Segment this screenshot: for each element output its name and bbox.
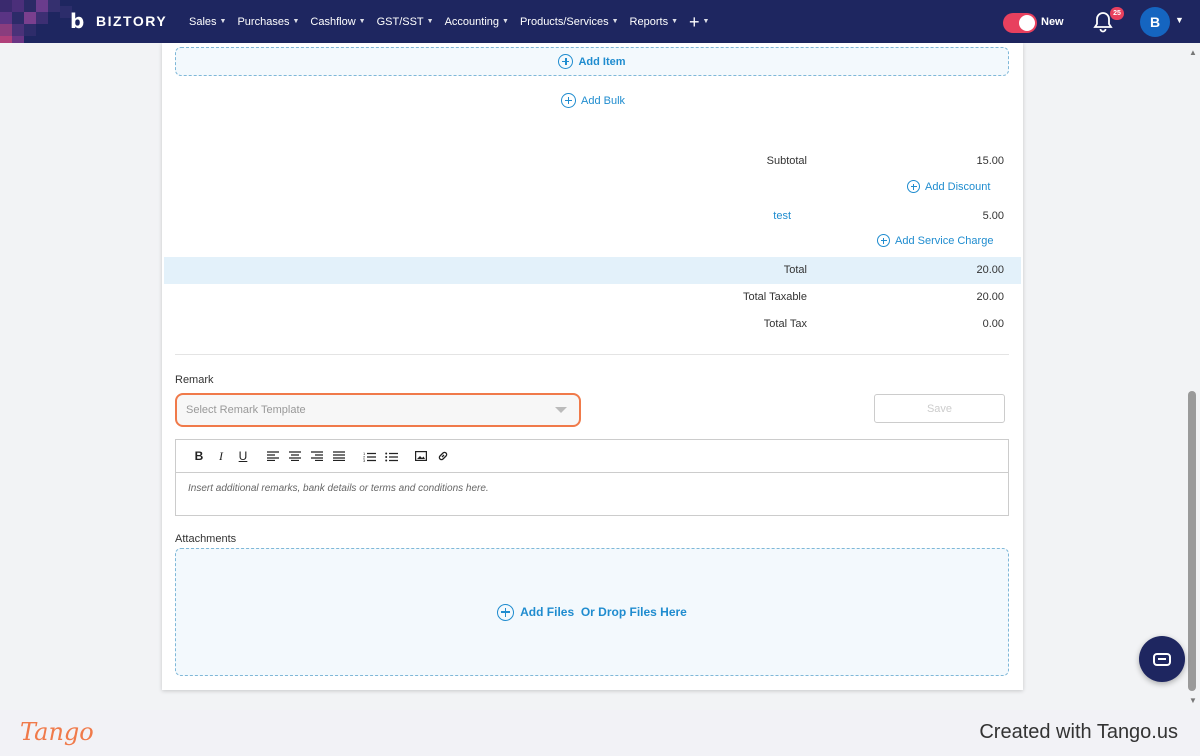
nav-label: Products/Services [519,15,609,28]
subtotal-value: 15.00 [976,155,1004,167]
nav-label: Sales [189,15,217,28]
align-right-icon [311,451,323,461]
plus-circle-icon [561,93,576,108]
dropdown-arrow-icon [555,407,567,413]
bullet-list-icon [384,452,398,461]
toggle-label: New [1041,16,1064,28]
italic-button[interactable]: I [210,446,232,466]
scroll-up-icon[interactable]: ▲ [1189,48,1197,57]
justify-button[interactable] [328,446,350,466]
editor-toolbar: B I U 123 [176,440,1008,473]
main-nav: Sales ▼ Purchases ▼ Cashflow ▼ GST/SST ▼ Acc… [189,0,709,43]
biztory-logo[interactable]: b BIZTORY [70,10,167,32]
tango-footer: Tango Created with Tango.us [0,710,1200,756]
nav-cashflow[interactable]: Cashflow ▼ [310,16,365,28]
chevron-down-icon: ▼ [611,18,619,25]
nav-label: Accounting [444,15,500,28]
bullet-list-button[interactable] [380,446,402,466]
chevron-down-icon[interactable]: ▼ [1175,15,1184,25]
add-discount-button[interactable]: Add Discount [907,180,990,193]
add-service-charge-button[interactable]: Add Service Charge [877,234,993,247]
add-bulk-button[interactable]: Add Bulk [561,93,625,108]
plus-circle-icon [497,603,515,621]
plus-circle-icon [558,54,574,69]
service-charge-name-link[interactable]: test [773,210,791,222]
bold-button[interactable]: B [188,446,210,466]
align-center-button[interactable] [284,446,306,466]
nav-sales[interactable]: Sales ▼ [189,16,226,28]
nav-label: Reports [629,15,669,28]
nav-gst-sst[interactable]: GST/SST ▼ [377,16,434,28]
scrollbar-thumb[interactable] [1188,391,1196,691]
plus-circle-icon [907,180,920,193]
service-charge-value: 5.00 [982,210,1004,222]
chevron-down-icon: ▼ [671,18,679,25]
add-item-label: Add Item [578,55,626,68]
created-with-text: Created with Tango.us [979,721,1178,743]
align-left-button[interactable] [262,446,284,466]
section-divider [175,354,1009,355]
nav-reports[interactable]: Reports ▼ [630,16,678,28]
tango-logo: Tango [20,718,94,746]
chevron-down-icon: ▼ [292,18,300,25]
chevron-down-icon: ▼ [702,18,710,25]
total-tax-value: 0.00 [982,318,1004,330]
remark-label: Remark [175,374,214,386]
nav-quick-add[interactable]: + ▼ [689,11,710,32]
image-icon [415,451,427,461]
align-right-button[interactable] [306,446,328,466]
total-taxable-value: 20.00 [976,291,1004,303]
total-tax-label: Total Tax [763,318,807,330]
plus-circle-icon [877,234,890,247]
chevron-down-icon: ▼ [358,18,366,25]
nav-accounting[interactable]: Accounting ▼ [445,16,509,28]
toggle-knob [1019,15,1035,31]
align-left-icon [267,451,279,461]
remark-template-select[interactable]: Select Remark Template [175,393,581,427]
total-taxable-label: Total Taxable [742,291,807,303]
scroll-down-icon[interactable]: ▼ [1189,696,1197,705]
avatar[interactable]: B [1140,7,1170,37]
align-center-icon [289,451,301,461]
add-bulk-label: Add Bulk [581,94,626,107]
add-item-button[interactable]: Add Item [175,47,1009,76]
biztory-logo-icon: b [70,9,85,33]
remark-editor: B I U 123 Insert additional remarks, ban… [175,439,1009,516]
nav-products-services[interactable]: Products/Services ▼ [520,16,619,28]
chat-support-button[interactable] [1139,636,1185,682]
attachments-label: Attachments [175,533,237,545]
nav-label: Purchases [237,15,290,28]
insert-link-button[interactable] [432,446,454,466]
svg-text:3: 3 [363,458,366,462]
chevron-down-icon: ▼ [426,18,434,25]
ordered-list-icon: 123 [363,451,376,462]
subtotal-label: Subtotal [766,155,807,167]
remark-template-placeholder: Select Remark Template [186,404,306,416]
remark-editor-input[interactable]: Insert additional remarks, bank details … [176,473,1008,504]
plus-icon: + [689,11,700,32]
save-remark-button[interactable]: Save [874,394,1005,423]
notification-badge: 25 [1110,7,1124,20]
nav-label: GST/SST [376,15,424,28]
add-service-charge-label: Add Service Charge [895,234,994,247]
total-row [164,257,1021,284]
insert-image-button[interactable] [410,446,432,466]
chevron-down-icon: ▼ [502,18,509,25]
new-ui-toggle[interactable] [1003,13,1037,33]
link-icon [438,451,448,461]
attachments-dropzone[interactable]: Add Files Or Drop Files Here [175,548,1009,676]
add-discount-label: Add Discount [925,180,991,193]
nav-label: Cashflow [310,15,356,28]
brand-name: BIZTORY [96,13,168,29]
nav-purchases[interactable]: Purchases ▼ [237,16,299,28]
total-value: 20.00 [976,264,1004,276]
top-navbar: b BIZTORY Sales ▼ Purchases ▼ Cashflow ▼ GS… [0,0,1200,43]
chat-icon [1153,652,1171,666]
total-label: Total [783,264,807,276]
dropzone-label: Add Files Or Drop Files Here [520,605,687,619]
underline-button[interactable]: U [232,446,254,466]
chevron-down-icon: ▼ [219,18,227,25]
ordered-list-button[interactable]: 123 [358,446,380,466]
justify-icon [333,451,345,461]
